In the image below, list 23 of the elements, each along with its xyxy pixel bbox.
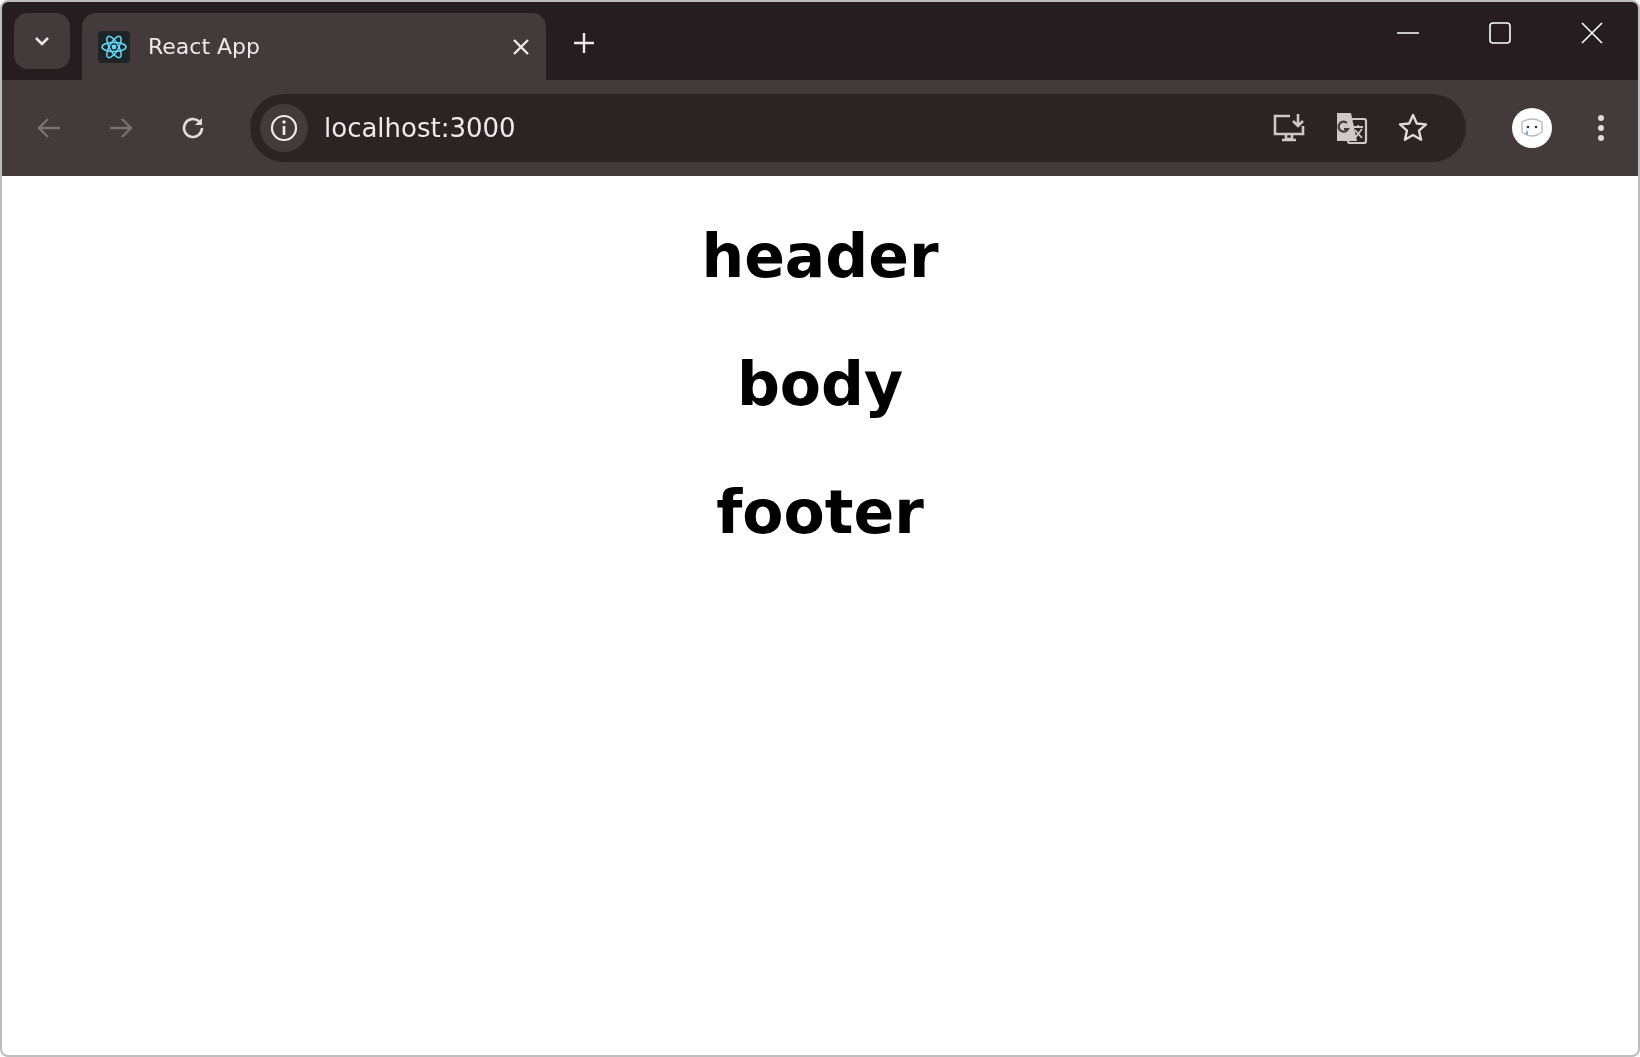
- forward-arrow-icon: [108, 116, 134, 140]
- back-arrow-icon: [36, 116, 62, 140]
- monitor-download-icon: [1272, 112, 1306, 144]
- translate-icon: [1334, 111, 1368, 145]
- tab-title: React App: [148, 34, 261, 59]
- site-info-button[interactable]: [260, 104, 308, 152]
- minimize-icon: [1397, 31, 1419, 35]
- reload-icon: [180, 115, 206, 141]
- page-heading: footer: [716, 482, 924, 542]
- info-icon: [270, 114, 298, 142]
- atom-icon: [98, 30, 130, 63]
- browser-tab[interactable]: React App: [82, 13, 546, 80]
- star-icon: [1397, 112, 1429, 144]
- profile-avatar[interactable]: [1512, 108, 1552, 148]
- page-heading: header: [701, 226, 939, 286]
- address-bar[interactable]: localhost:3000: [250, 94, 1466, 162]
- url-text: localhost:3000: [324, 113, 517, 143]
- close-tab-button[interactable]: [512, 37, 530, 56]
- plus-icon: [573, 32, 595, 54]
- close-icon: [1581, 22, 1603, 44]
- close-icon: [512, 37, 530, 56]
- more-vertical-icon: [1597, 114, 1605, 142]
- maximize-icon: [1489, 22, 1511, 44]
